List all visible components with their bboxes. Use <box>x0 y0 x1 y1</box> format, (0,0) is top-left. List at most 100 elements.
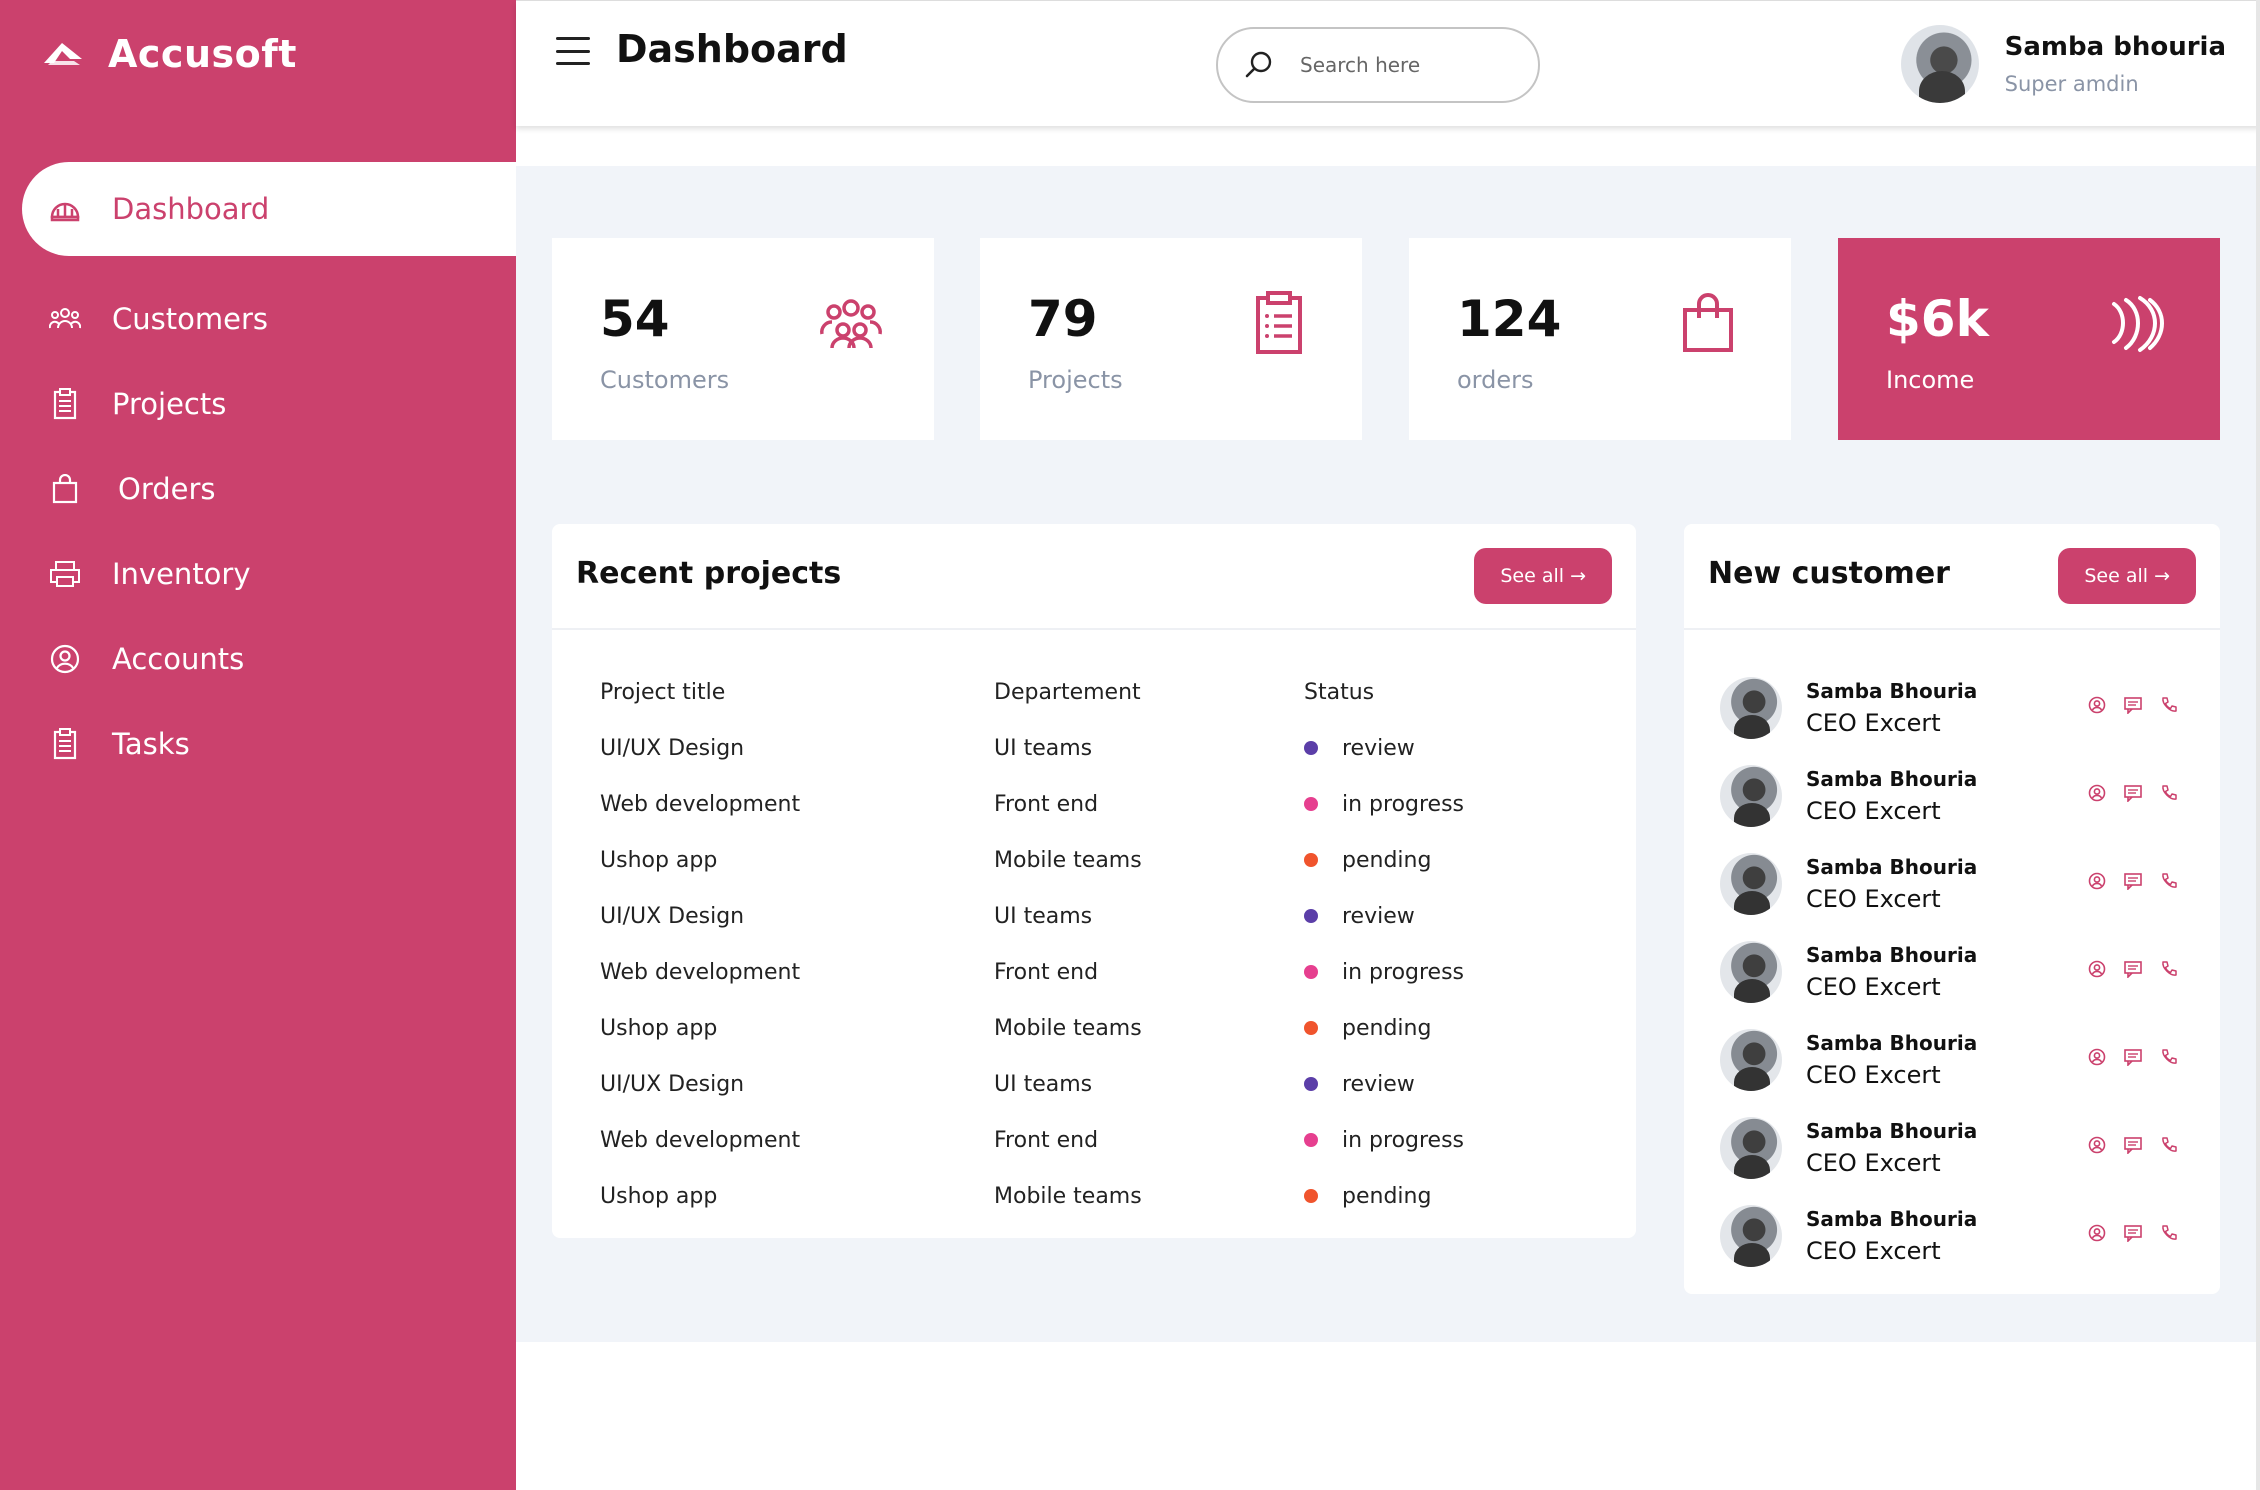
scrollbar[interactable] <box>2256 0 2260 1490</box>
sidebar-item-label: Inventory <box>112 557 251 591</box>
stat-value: $6k <box>1886 290 1989 348</box>
table-row[interactable]: Web development Front end in progress <box>600 944 1600 1000</box>
sidebar-item-label: Dashboard <box>112 192 270 226</box>
status-cell: pending <box>1304 1000 1600 1056</box>
profile-icon[interactable] <box>2086 1222 2108 1244</box>
sidebar-item-tasks[interactable]: Tasks <box>22 697 516 791</box>
sidebar-item-dashboard[interactable]: Dashboard <box>22 162 516 256</box>
customer-role: CEO Excert <box>1806 1149 1941 1177</box>
list-item[interactable]: Samba Bhouria CEO Excert <box>1720 1192 2180 1280</box>
avatar[interactable] <box>1720 677 1782 739</box>
stat-card-income[interactable]: $6k Income <box>1838 238 2220 440</box>
customer-actions <box>2086 1222 2180 1244</box>
table-row[interactable]: UI/UX Design UI teams review <box>600 888 1600 944</box>
avatar[interactable] <box>1720 941 1782 1003</box>
clipboard-list-icon <box>48 727 82 761</box>
search-input[interactable] <box>1300 53 1500 77</box>
status-label: in progress <box>1342 1127 1465 1153</box>
message-icon[interactable] <box>2122 1222 2144 1244</box>
search-box[interactable] <box>1216 27 1540 103</box>
table-row[interactable]: Ushop app Mobile teams pending <box>600 832 1600 888</box>
see-all-customers-button[interactable]: See all → <box>2058 548 2196 604</box>
customer-info: Samba Bhouria CEO Excert <box>1806 679 1977 737</box>
message-icon[interactable] <box>2122 958 2144 980</box>
sidebar-item-projects[interactable]: Projects <box>22 357 516 451</box>
stat-card-customers[interactable]: 54 Customers <box>552 238 934 440</box>
stat-value: 124 <box>1457 290 1562 348</box>
customer-role: CEO Excert <box>1806 973 1941 1001</box>
customer-info: Samba Bhouria CEO Excert <box>1806 855 1977 913</box>
avatar[interactable] <box>1900 25 1979 103</box>
see-all-projects-button[interactable]: See all → <box>1474 548 1612 604</box>
table-row[interactable]: UI/UX Design UI teams review <box>600 720 1600 776</box>
profile-icon[interactable] <box>2086 1046 2108 1068</box>
avatar[interactable] <box>1720 765 1782 827</box>
stat-label: orders <box>1457 366 1534 394</box>
phone-icon[interactable] <box>2158 1046 2180 1068</box>
new-customer-panel: New customer See all → Samba Bhouria CEO … <box>1684 524 2220 1294</box>
table-row[interactable]: Ushop app Mobile teams pending <box>600 1000 1600 1056</box>
status-dot-icon <box>1304 1021 1318 1035</box>
avatar[interactable] <box>1720 1029 1782 1091</box>
stat-card-projects[interactable]: 79 Projects <box>980 238 1362 440</box>
stat-label: Income <box>1886 366 1975 394</box>
phone-icon[interactable] <box>2158 782 2180 804</box>
stat-card-orders[interactable]: 124 orders <box>1409 238 1791 440</box>
message-icon[interactable] <box>2122 694 2144 716</box>
project-title-cell: UI/UX Design <box>600 735 745 761</box>
list-item[interactable]: Samba Bhouria CEO Excert <box>1720 928 2180 1016</box>
message-icon[interactable] <box>2122 1046 2144 1068</box>
sidebar-item-inventory[interactable]: Inventory <box>22 527 516 621</box>
list-item[interactable]: Samba Bhouria CEO Excert <box>1720 664 2180 752</box>
avatar[interactable] <box>1720 1205 1782 1267</box>
project-title-cell: Ushop app <box>600 1183 718 1209</box>
customer-name: Samba Bhouria <box>1806 943 1978 967</box>
brand[interactable]: Accusoft <box>40 30 297 78</box>
profile-icon[interactable] <box>2086 1134 2108 1156</box>
table-row[interactable]: Web development Front end in progress <box>600 1112 1600 1168</box>
table-row[interactable]: Web development Front end in progress <box>600 776 1600 832</box>
table-row[interactable]: UI/UX Design UI teams review <box>600 1056 1600 1112</box>
clipboard-icon <box>1256 291 1302 354</box>
sidebar-item-customers[interactable]: Customers <box>22 272 516 366</box>
message-icon[interactable] <box>2122 782 2144 804</box>
users-icon <box>48 302 82 336</box>
column-header: Departement <box>994 679 1141 705</box>
menu-toggle-icon[interactable] <box>556 37 590 65</box>
project-title-cell: UI/UX Design <box>600 903 745 929</box>
customer-role: CEO Excert <box>1806 797 1941 825</box>
list-item[interactable]: Samba Bhouria CEO Excert <box>1720 1016 2180 1104</box>
profile-icon[interactable] <box>2086 694 2108 716</box>
message-icon[interactable] <box>2122 1134 2144 1156</box>
avatar[interactable] <box>1720 1117 1782 1179</box>
table-row[interactable]: Ushop app Mobile teams pending <box>600 1168 1600 1224</box>
sidebar-item-label: Accounts <box>112 642 245 676</box>
stat-value: 54 <box>600 290 670 348</box>
sidebar-item-accounts[interactable]: Accounts <box>22 612 516 706</box>
projects-table-body: UI/UX Design UI teams review Web developmen… <box>600 720 1600 1224</box>
user-circle-icon <box>48 642 82 676</box>
user-profile[interactable]: Samba bhouria Super amdin <box>1900 25 2226 103</box>
message-icon[interactable] <box>2122 870 2144 892</box>
list-item[interactable]: Samba Bhouria CEO Excert <box>1720 752 2180 840</box>
profile-icon[interactable] <box>2086 958 2108 980</box>
profile-icon[interactable] <box>2086 870 2108 892</box>
panel-title: New customer <box>1708 556 1950 591</box>
user-role: Super amdin <box>2004 72 2139 96</box>
department-cell: UI teams <box>994 1071 1093 1097</box>
phone-icon[interactable] <box>2158 1222 2180 1244</box>
phone-icon[interactable] <box>2158 1134 2180 1156</box>
phone-icon[interactable] <box>2158 694 2180 716</box>
status-dot-icon <box>1304 853 1318 867</box>
project-title-cell: Web development <box>600 1127 801 1153</box>
top-bar: Dashboard Samba bhouria Super amdin <box>516 0 2260 126</box>
phone-icon[interactable] <box>2158 958 2180 980</box>
sidebar-item-orders[interactable]: Orders <box>22 442 516 536</box>
projects-table: Project title Departement Status UI/UX D… <box>600 664 1600 1224</box>
list-item[interactable]: Samba Bhouria CEO Excert <box>1720 1104 2180 1192</box>
avatar[interactable] <box>1720 853 1782 915</box>
list-item[interactable]: Samba Bhouria CEO Excert <box>1720 840 2180 928</box>
phone-icon[interactable] <box>2158 870 2180 892</box>
customer-role: CEO Excert <box>1806 1061 1941 1089</box>
profile-icon[interactable] <box>2086 782 2108 804</box>
